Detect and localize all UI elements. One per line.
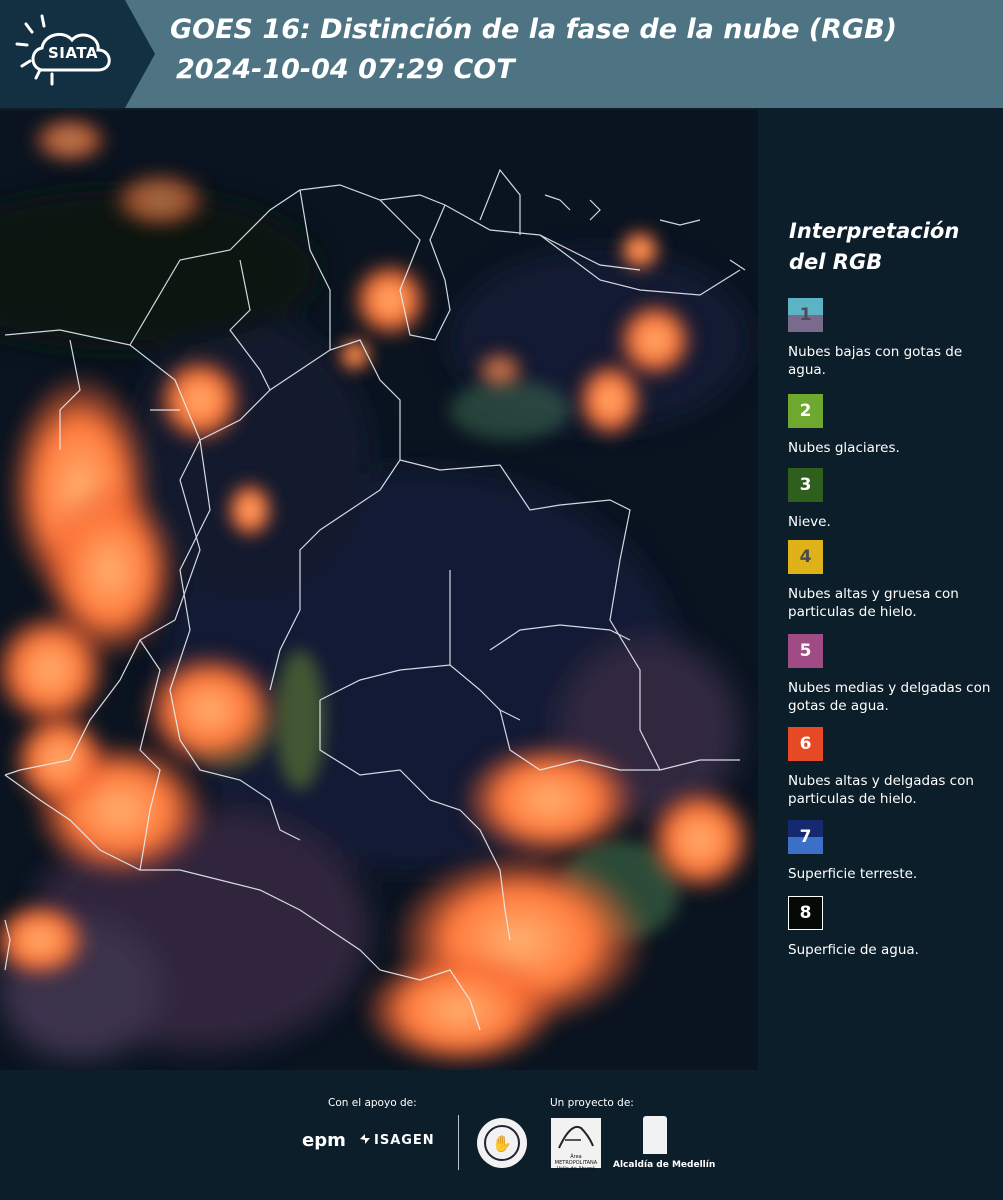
legend-number-7: 7 xyxy=(799,827,812,847)
legend-swatch-7: 7 xyxy=(788,820,823,854)
medellin-logo-text: Alcaldía de Medellín xyxy=(613,1160,716,1170)
isagen-logo: ISAGEN xyxy=(374,1133,435,1148)
legend-number-6: 6 xyxy=(799,734,812,754)
siata-logo: SIATA xyxy=(0,0,158,108)
support-label: Con el apoyo de: xyxy=(328,1097,417,1109)
footer: Con el apoyo de: Un proyecto de: epm ISA… xyxy=(0,1070,1003,1200)
legend-label-4: Nubes altas y gruesa con particulas de h… xyxy=(788,586,959,620)
legend-label-3: Nieve. xyxy=(788,514,831,530)
legend-number-8: 8 xyxy=(799,903,812,923)
legend-swatch-2: 2 xyxy=(788,394,823,428)
legend-label-5: Nubes medias y delgadas con gotas de agu… xyxy=(788,680,991,714)
legend-number-5: 5 xyxy=(799,641,812,661)
legend-swatch-5: 5 xyxy=(788,634,823,668)
legend-label-6: Nubes altas y delgadas con particulas de… xyxy=(788,773,974,807)
legend-number-2: 2 xyxy=(799,401,812,421)
header-bar: SIATA GOES 16: Distinción de la fase de … xyxy=(0,0,1003,108)
legend-label-2: Nubes glaciares. xyxy=(788,440,900,456)
rgb-legend: Interpretación del RGB 1 Nubes bajas con… xyxy=(760,108,1003,1070)
legend-label-8: Superficie de agua. xyxy=(788,942,919,958)
project-label: Un proyecto de: xyxy=(550,1097,634,1109)
legend-title: Interpretación del RGB xyxy=(789,216,999,278)
page-title: GOES 16: Distinción de la fase de la nub… xyxy=(170,14,897,45)
legend-swatch-4: 4 xyxy=(788,540,823,574)
legend-label-1: Nubes bajas con gotas de agua. xyxy=(788,344,963,378)
siata-logo-text: SIATA xyxy=(48,44,99,62)
amva-logo-text: Área METROPOLITANA Valle de Aburrá xyxy=(554,1154,598,1172)
legend-swatch-8: 8 xyxy=(788,896,823,930)
satellite-map xyxy=(0,110,758,1070)
legend-number-3: 3 xyxy=(799,475,812,495)
isagen-icon xyxy=(360,1134,370,1144)
seal-icon: ✋ xyxy=(484,1125,520,1161)
epm-logo: epm xyxy=(302,1130,346,1151)
legend-number-4: 4 xyxy=(799,547,812,567)
legend-swatch-1: 1 xyxy=(788,298,823,332)
footer-divider xyxy=(458,1115,459,1170)
legend-number-1: 1 xyxy=(799,305,812,325)
legend-label-7: Superficie terreste. xyxy=(788,866,918,882)
legend-swatch-3: 3 xyxy=(788,468,823,502)
university-seal-logo: ✋ xyxy=(477,1118,527,1168)
page-timestamp: 2024-10-04 07:29 COT xyxy=(176,54,515,85)
legend-swatch-6: 6 xyxy=(788,727,823,761)
legend-title-line2: del RGB xyxy=(789,250,883,274)
legend-title-line1: Interpretación xyxy=(789,219,960,243)
medellin-shield-icon xyxy=(643,1116,667,1154)
